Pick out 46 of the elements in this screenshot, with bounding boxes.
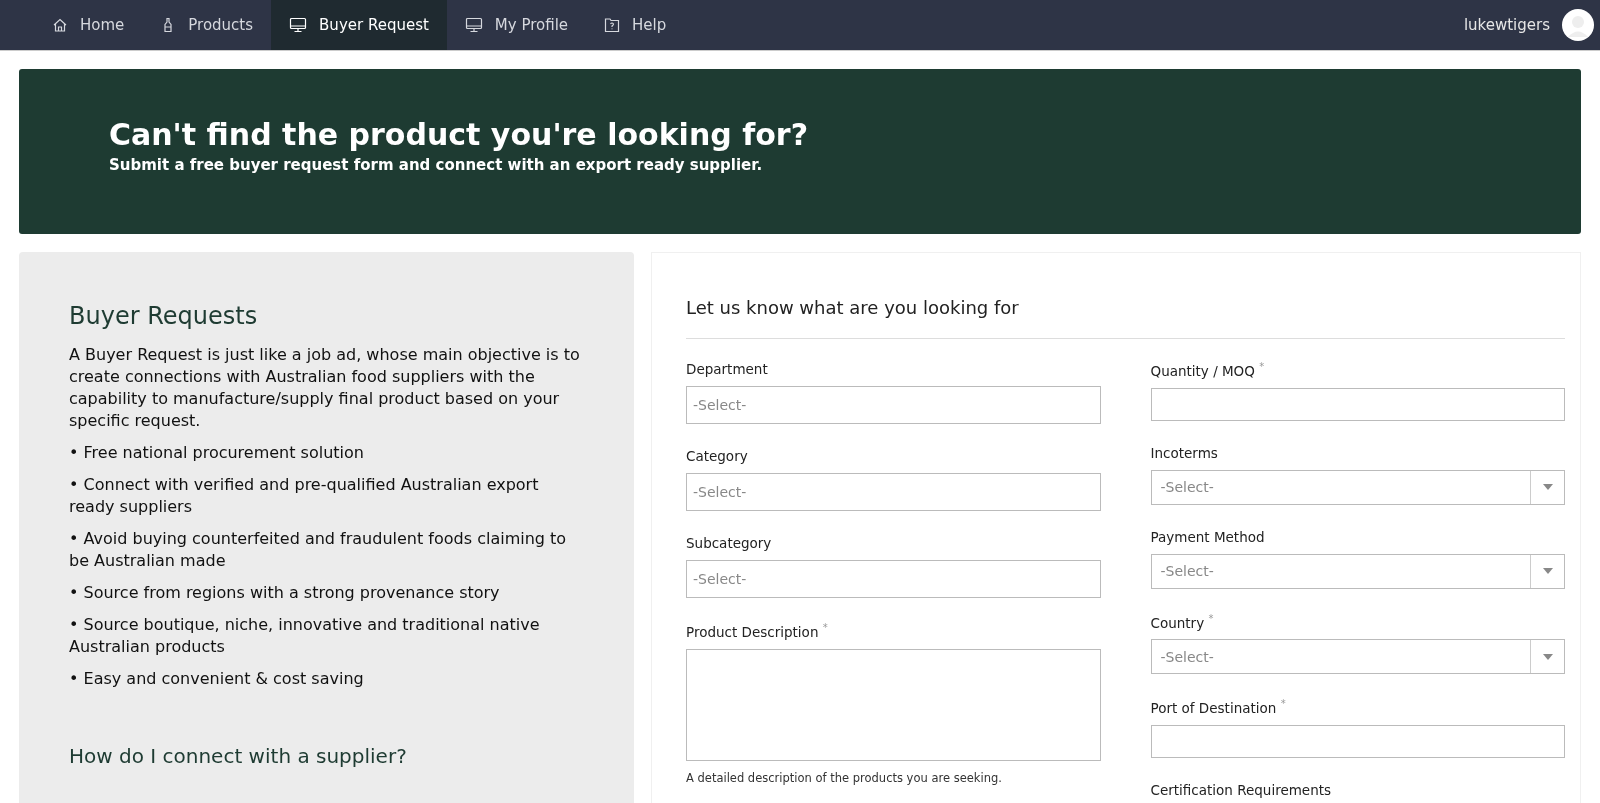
caret-icon	[1542, 653, 1553, 660]
nav-tab[interactable]: Buyer Request	[271, 0, 447, 50]
banner-title: Can't find the product you're looking for?	[109, 117, 810, 152]
nav-tab[interactable]: Help	[586, 0, 685, 50]
input-field[interactable]	[1150, 387, 1565, 421]
select-field[interactable]: -Select-	[686, 473, 1101, 511]
dropdown-field[interactable]: -Select-	[1150, 639, 1565, 674]
help-text: A detailed description of the products you are seeking.	[686, 770, 1003, 785]
banner-subtitle: Submit a free buyer request form and connect with an export ready supplier.	[109, 156, 764, 174]
bullet-item: • Free national procurement solution	[69, 442, 365, 464]
bullet-item: • Connect with verified and pre-qualified Australian export ready suppliers	[69, 474, 540, 518]
textarea-field[interactable]	[686, 648, 1101, 761]
nav-tab[interactable]: My Profile	[446, 0, 587, 50]
field-label: Country $^{*}$	[1150, 612, 1215, 630]
caret-icon	[1542, 484, 1553, 490]
field-label: Certification Requirements	[1150, 781, 1333, 798]
bullet-item: • Easy and convenient & cost saving	[69, 668, 365, 690]
help-icon	[604, 17, 621, 33]
field-label: Subcategory	[686, 535, 773, 551]
select-field[interactable]: -Select-	[686, 386, 1101, 424]
field-label: Incoterms	[1150, 444, 1219, 461]
dropdown-field[interactable]: -Select-	[1150, 553, 1565, 589]
bullet-item: • Avoid buying counterfeited and fraudulent foods claiming to be Australian made	[69, 528, 568, 572]
nav-tab[interactable]: Products	[142, 0, 272, 50]
info-paragraph: A Buyer Request is just like a job ad, whose main objective is to create connections with Australian food suppliers with the capability to manufacture/supply final product based on your specific request.	[69, 344, 581, 432]
monitor-icon	[289, 17, 308, 33]
field-label: Product Description $^{*}$	[686, 622, 829, 640]
bullet-item: • Source boutique, niche, innovative and traditional native Australian products	[69, 614, 541, 658]
home-icon	[52, 17, 68, 33]
info-title: Buyer Requests	[69, 302, 259, 330]
form-title: Let us know what are you looking for	[686, 253, 1565, 339]
field-label: Department	[686, 361, 769, 377]
dropdown-field[interactable]: -Select-	[1150, 469, 1565, 505]
caret-icon	[1542, 568, 1553, 574]
field-label: Category	[686, 448, 749, 464]
username[interactable]: lukewtigers	[1463, 16, 1550, 34]
avatar-icon[interactable]	[1562, 9, 1594, 41]
input-field[interactable]	[1150, 724, 1565, 758]
nav-tab[interactable]: Home	[34, 0, 143, 50]
bullet-item: • Source from regions with a strong provenance story	[69, 582, 501, 604]
field-label: Quantity / MOQ $^{*}$	[1150, 361, 1266, 379]
select-field[interactable]: -Select-	[686, 560, 1101, 598]
info-subtitle: How do I connect with a supplier?	[69, 744, 408, 768]
field-label: Port of Destination $^{*}$	[1150, 698, 1287, 716]
field-label: Payment Method	[1150, 528, 1266, 545]
monitor-icon	[464, 17, 483, 33]
